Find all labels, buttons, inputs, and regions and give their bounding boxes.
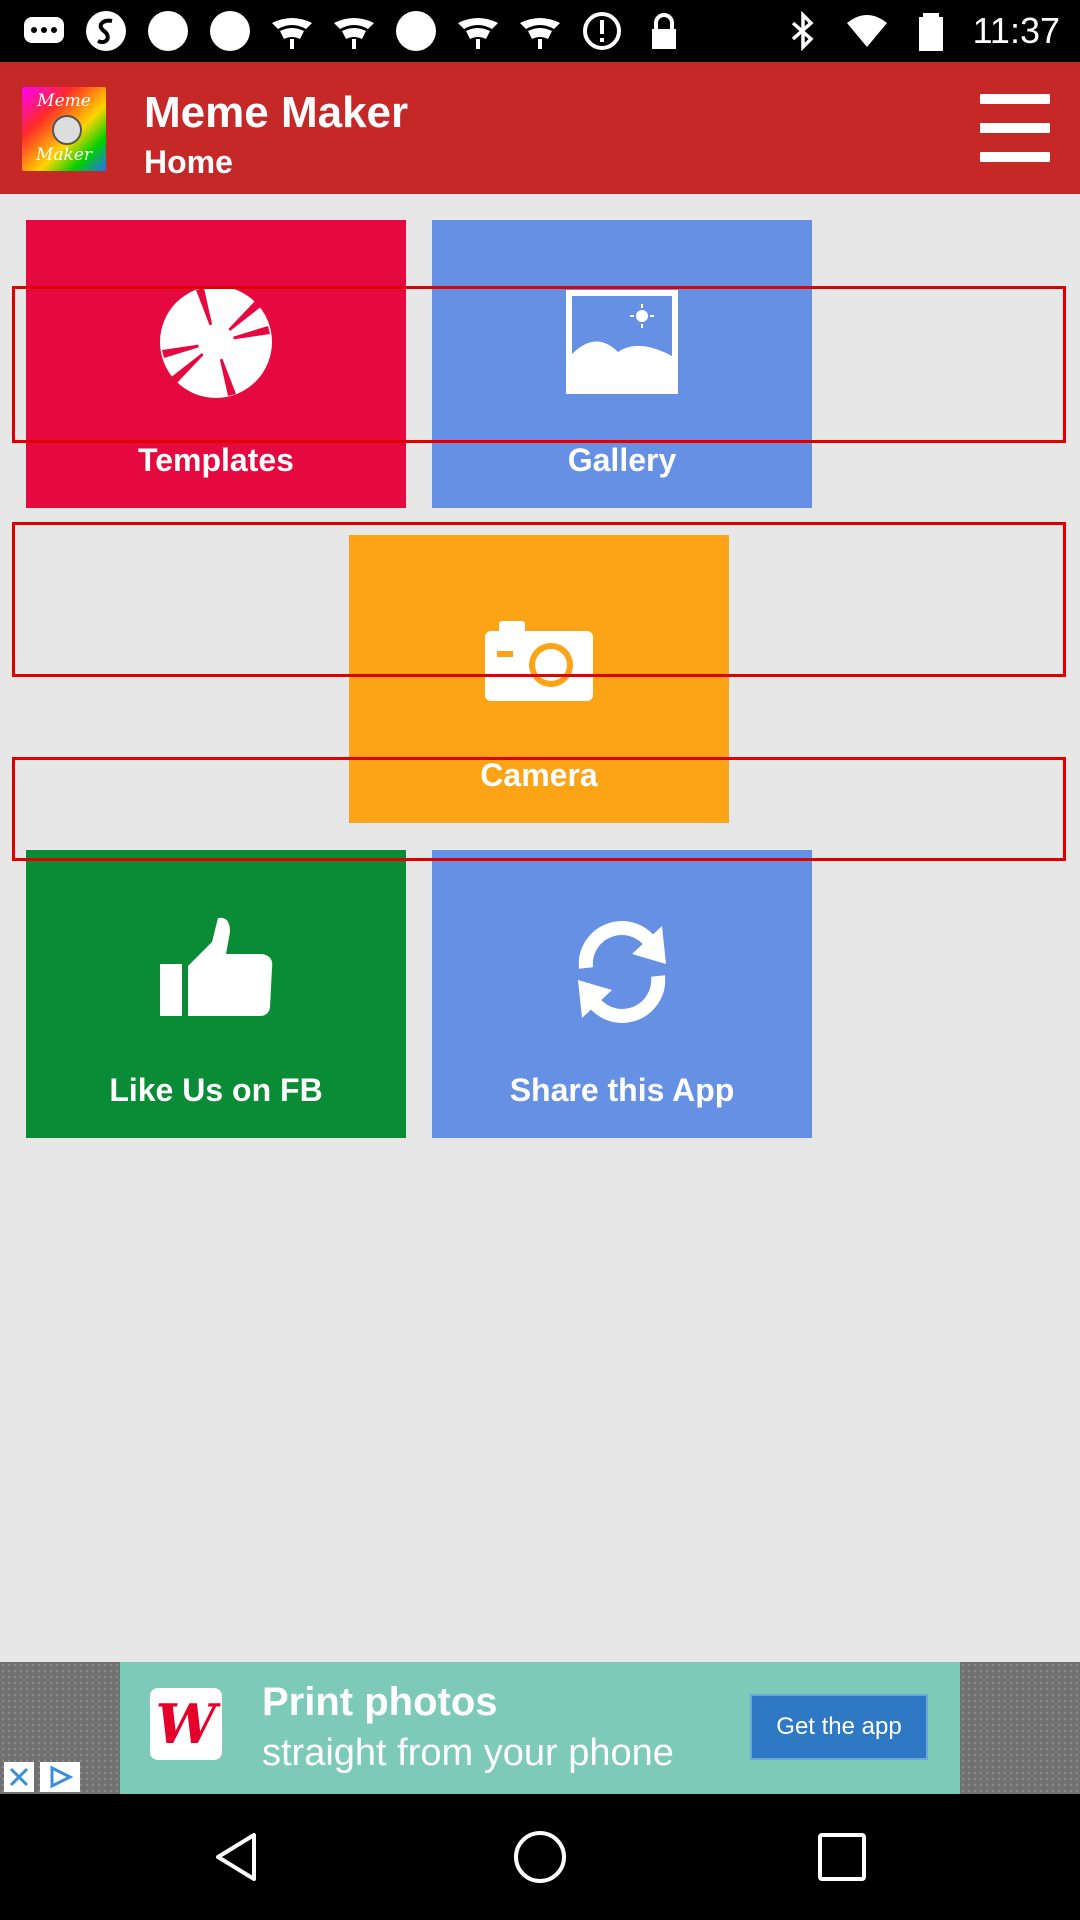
- thumbs-up-icon: [160, 917, 273, 1016]
- logo-text-top: Meme: [37, 91, 91, 111]
- signal-icon: [334, 18, 374, 49]
- lock-icon: [652, 13, 676, 49]
- aperture-icon: [160, 286, 272, 398]
- share-this-app-label: Share this App: [509, 1072, 735, 1108]
- circle-icon: [210, 11, 250, 51]
- s-icon: [86, 11, 126, 51]
- like-us-on-fb-tile[interactable]: Like Us on FB: [26, 850, 406, 1138]
- alert-icon: [583, 12, 621, 50]
- chat-icon: [24, 17, 64, 43]
- home-icon[interactable]: [510, 1827, 570, 1887]
- image-icon: [566, 290, 678, 394]
- logo-text-bottom: Maker: [35, 145, 93, 165]
- ad-banner[interactable]: W Print photos straight from your phone …: [0, 1662, 1080, 1794]
- recents-icon[interactable]: [812, 1827, 872, 1887]
- system-icons: 11:37: [781, 6, 1060, 56]
- page-subtitle: Home: [144, 144, 233, 180]
- app-logo: Meme Maker: [22, 87, 106, 171]
- ad-headline: Print photos: [262, 1680, 498, 1724]
- logo-face-icon: [52, 115, 82, 145]
- hamburger-menu-icon[interactable]: [980, 94, 1050, 162]
- signal-icon: [520, 18, 560, 49]
- wifi-icon: [846, 15, 887, 47]
- walgreens-logo: W: [150, 1688, 222, 1760]
- navigation-bar: [0, 1794, 1080, 1920]
- close-icon[interactable]: [4, 1762, 34, 1792]
- gallery-label: Gallery: [567, 442, 677, 478]
- share-this-app-tile[interactable]: Share this App: [432, 850, 812, 1138]
- circle-icon: [396, 11, 436, 51]
- menu-line: [980, 123, 1050, 133]
- get-the-app-button[interactable]: Get the app: [750, 1694, 928, 1760]
- gallery-tile[interactable]: Gallery: [432, 220, 812, 508]
- bluetooth-icon: [791, 10, 814, 52]
- battery-icon: [918, 13, 943, 51]
- adchoices-icon[interactable]: [40, 1762, 80, 1792]
- templates-label: Templates: [138, 442, 294, 478]
- camera-icon: [485, 621, 593, 701]
- signal-icon: [272, 18, 312, 49]
- back-icon[interactable]: [208, 1827, 268, 1887]
- app-bar: Meme Maker Meme Maker Home: [0, 62, 1080, 194]
- status-time: 11:37: [972, 10, 1060, 51]
- camera-label: Camera: [480, 757, 598, 793]
- refresh-icon: [578, 921, 666, 1023]
- like-us-on-fb-label: Like Us on FB: [109, 1072, 323, 1108]
- notification-icons: [22, 10, 686, 52]
- ad-subheadline: straight from your phone: [262, 1732, 674, 1774]
- menu-line: [980, 152, 1050, 162]
- signal-icon: [458, 18, 498, 49]
- circle-icon: [148, 11, 188, 51]
- status-bar: 11:37: [0, 0, 1080, 62]
- camera-tile[interactable]: Camera: [349, 535, 729, 823]
- menu-line: [980, 94, 1050, 104]
- templates-tile[interactable]: Templates: [26, 220, 406, 508]
- ad-content[interactable]: W Print photos straight from your phone …: [120, 1662, 960, 1794]
- app-title: Meme Maker: [144, 88, 409, 137]
